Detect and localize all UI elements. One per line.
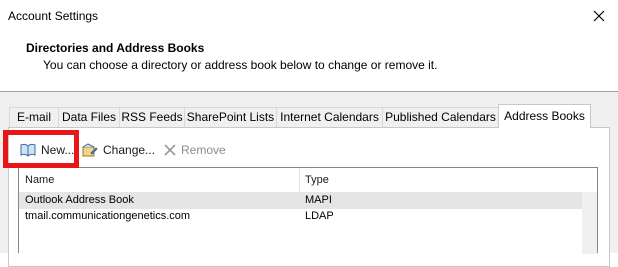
new-button-label: New... xyxy=(41,143,75,157)
tab-sharepoint-lists[interactable]: SharePoint Lists xyxy=(184,107,277,127)
remove-x-icon xyxy=(164,144,176,156)
section-title: Directories and Address Books xyxy=(26,41,205,55)
list-item-name: tmail.communicationgenetics.com xyxy=(25,210,191,222)
dialog-header: Directories and Address Books You can ch… xyxy=(0,33,618,91)
column-header-name[interactable]: Name xyxy=(25,174,54,186)
address-book-list[interactable]: Name Type Outlook Address Book MAPI tmai… xyxy=(18,167,598,254)
new-button[interactable]: New... xyxy=(20,140,74,160)
tab-e-mail[interactable]: E-mail xyxy=(9,107,59,127)
tab-rss-feeds[interactable]: RSS Feeds xyxy=(119,107,185,127)
tab-data-files[interactable]: Data Files xyxy=(58,107,120,127)
list-item[interactable]: Outlook Address Book MAPI xyxy=(19,193,582,209)
tab-internet-calendars[interactable]: Internet Calendars xyxy=(276,107,383,127)
list-item-type: MAPI xyxy=(305,194,332,206)
column-header-type[interactable]: Type xyxy=(305,174,329,186)
list-item-name: Outlook Address Book xyxy=(25,194,134,206)
vertical-scrollbar[interactable] xyxy=(582,192,597,254)
section-description: You can choose a directory or address bo… xyxy=(43,58,438,72)
tab-published-calendars[interactable]: Published Calendars xyxy=(382,107,499,127)
title-bar: Account Settings xyxy=(0,0,618,33)
list-header: Name Type xyxy=(19,168,597,193)
column-divider[interactable] xyxy=(299,168,300,192)
list-item-type: LDAP xyxy=(305,210,334,222)
window-title: Account Settings xyxy=(8,9,99,23)
change-button-label: Change... xyxy=(103,143,156,157)
close-button[interactable] xyxy=(586,4,612,28)
address-book-icon xyxy=(20,143,36,157)
change-button[interactable]: Change... xyxy=(82,140,155,160)
remove-button-label: Remove xyxy=(181,143,226,157)
change-icon xyxy=(82,143,98,157)
list-item[interactable]: tmail.communicationgenetics.com LDAP xyxy=(19,209,582,225)
tab-address-books[interactable]: Address Books xyxy=(498,104,591,128)
close-icon xyxy=(593,10,605,22)
remove-button[interactable]: Remove xyxy=(164,140,226,160)
